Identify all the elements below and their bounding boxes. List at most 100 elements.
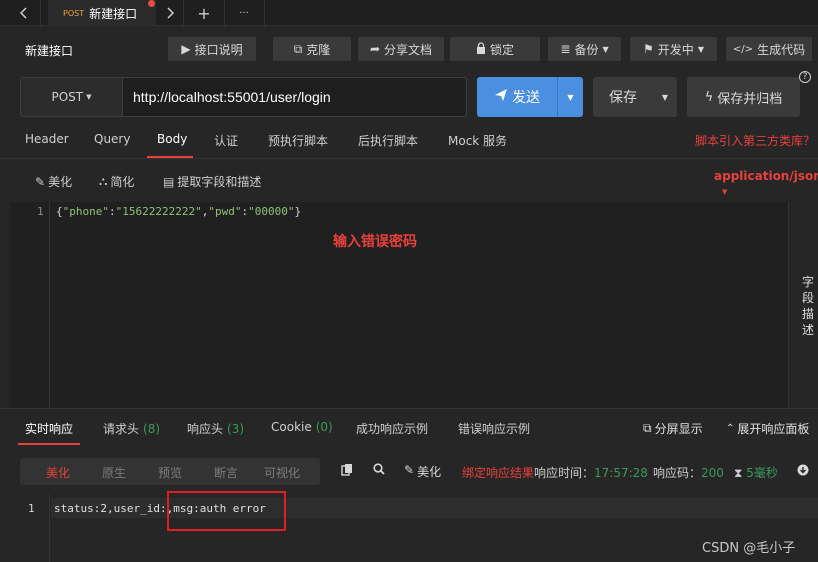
magic-wand-icon: ✎ bbox=[35, 174, 46, 189]
simplify-body-button[interactable]: ⛬ 简化 bbox=[99, 173, 134, 190]
code-line: {"phone":"15622222222","pwd":"00000"} bbox=[56, 205, 301, 218]
copy-icon[interactable] bbox=[341, 463, 353, 479]
backup-button[interactable]: ≣ 备份 ▼ bbox=[548, 37, 621, 61]
tab-5[interactable]: 后执行脚本 bbox=[358, 132, 418, 149]
resp-tab-label: Cookie bbox=[271, 420, 312, 434]
resp-tab-label: 成功响应示例 bbox=[356, 422, 429, 436]
resp-tab-3[interactable]: Cookie (0) bbox=[271, 420, 333, 434]
save-label: 保存 bbox=[609, 90, 637, 106]
view-mode-preview[interactable]: 预览 bbox=[158, 464, 182, 481]
code-brace: { bbox=[56, 205, 63, 218]
share-doc-label: 分享文档 bbox=[384, 42, 433, 57]
beautify-body-button[interactable]: ✎ 美化 bbox=[35, 173, 72, 190]
split-screen-button[interactable]: ⧉ 分屏显示 bbox=[643, 420, 703, 437]
resp-tab-2[interactable]: 响应头 (3) bbox=[187, 420, 244, 437]
generate-code-label: 生成代码 bbox=[757, 42, 806, 57]
view-mode-assert[interactable]: 断言 bbox=[214, 464, 238, 481]
send-label: 发送 bbox=[512, 90, 540, 106]
chevron-down-icon: ▼ bbox=[697, 44, 704, 54]
tab-3[interactable]: 认证 bbox=[214, 132, 238, 149]
body-editor[interactable]: 1 {"phone":"15622222222","pwd":"00000"} … bbox=[10, 202, 788, 408]
tab-new-interface[interactable]: POST 新建接口 bbox=[48, 0, 156, 26]
tab-2[interactable]: Body bbox=[157, 132, 187, 146]
resp-tab-label: 响应头 bbox=[187, 422, 224, 436]
chevron-right-icon[interactable] bbox=[158, 0, 182, 26]
url-input[interactable] bbox=[122, 77, 467, 117]
script-library-link[interactable]: 脚本引入第三方类库？ bbox=[695, 132, 815, 149]
lock-button[interactable]: 锁定 bbox=[450, 37, 540, 61]
save-button[interactable]: 保存 ▼ bbox=[593, 77, 677, 117]
line-number: 1 bbox=[28, 502, 35, 515]
tab-0[interactable]: Header bbox=[25, 132, 69, 146]
save-archive-button[interactable]: ϟ 保存并归档 bbox=[687, 77, 800, 117]
save-dropdown-icon[interactable]: ▼ bbox=[653, 93, 677, 102]
bind-response-link[interactable]: 绑定响应结果 bbox=[462, 464, 534, 481]
interface-doc-button[interactable]: ▶ 接口说明 bbox=[168, 37, 256, 61]
resp-tab-count: (3) bbox=[227, 422, 245, 436]
chevron-down-icon: ▼ bbox=[567, 92, 574, 102]
error-highlight-box bbox=[167, 491, 286, 531]
response-time-value: 17:57:28 bbox=[594, 466, 648, 480]
share-doc-button[interactable]: ➦ 分享文档 bbox=[358, 37, 444, 61]
resp-tab-5[interactable]: 错误响应示例 bbox=[458, 420, 530, 437]
resp-tab-1[interactable]: 请求头 (8) bbox=[103, 420, 160, 437]
response-time: 响应时间：17:57:28 bbox=[534, 464, 648, 481]
method-select[interactable]: POST ▼ bbox=[20, 77, 122, 117]
status-select[interactable]: ⚑ 开发中 ▼ bbox=[630, 37, 717, 61]
expand-panel-button[interactable]: ⌃ 展开响应面板 bbox=[726, 420, 809, 437]
tab-4[interactable]: 预执行脚本 bbox=[268, 132, 328, 149]
beautify-response-button[interactable]: ✎ 美化 bbox=[404, 463, 441, 480]
view-mode-raw[interactable]: 原生 bbox=[102, 464, 126, 481]
flag-icon: ⚑ bbox=[643, 42, 654, 56]
response-body[interactable]: 1 status:2,user_id:,msg:auth error bbox=[10, 494, 818, 562]
magic-wand-icon: ✎ bbox=[404, 463, 415, 477]
resp-tab-0[interactable]: 实时响应 bbox=[25, 420, 73, 437]
view-mode-visualize[interactable]: 可视化 bbox=[264, 464, 300, 481]
send-icon bbox=[494, 88, 508, 106]
divider bbox=[0, 408, 818, 409]
content-type-label: application/json bbox=[714, 169, 818, 183]
split-screen-label: 分屏显示 bbox=[654, 422, 703, 436]
code-brace: } bbox=[294, 205, 302, 218]
copy-icon: ⧉ bbox=[293, 41, 303, 56]
divider bbox=[0, 158, 818, 159]
send-button[interactable]: 发送 ▼ bbox=[477, 77, 583, 117]
send-dropdown-button[interactable]: ▼ bbox=[557, 77, 583, 117]
field-description-panel[interactable]: 字段描述 bbox=[788, 202, 818, 408]
unsaved-dot-icon bbox=[148, 0, 155, 7]
code-value: "15622222222" bbox=[115, 205, 202, 218]
tab-1[interactable]: Query bbox=[94, 132, 130, 146]
response-gutter: 1 bbox=[10, 494, 50, 562]
view-mode-beautify[interactable]: 美化 bbox=[46, 464, 70, 481]
play-icon: ▶ bbox=[181, 42, 191, 56]
extract-fields-button[interactable]: ▤ 提取字段和描述 bbox=[163, 173, 261, 190]
tab-6[interactable]: Mock 服务 bbox=[448, 132, 507, 149]
download-icon[interactable] bbox=[797, 464, 809, 479]
response-duration-value: 5毫秒 bbox=[746, 466, 778, 480]
generate-code-button[interactable]: </> 生成代码 bbox=[726, 37, 812, 61]
response-code-label: 响应码： bbox=[653, 466, 702, 480]
code-value: "00000" bbox=[248, 205, 295, 218]
tab-name-label: 新建接口 bbox=[89, 6, 138, 21]
search-icon[interactable] bbox=[373, 463, 385, 478]
tab-method-label: POST bbox=[63, 8, 85, 18]
save-archive-label: 保存并归档 bbox=[717, 91, 783, 107]
more-tabs-button[interactable]: ··· bbox=[232, 0, 256, 26]
simplify-label: 简化 bbox=[110, 175, 135, 189]
tab-bar: POST 新建接口 + ··· bbox=[0, 0, 818, 26]
content-type-select[interactable]: application/json ▼ bbox=[714, 169, 818, 197]
status-label: 开发中 bbox=[657, 42, 694, 57]
clone-button[interactable]: ⧉ 克隆 bbox=[273, 37, 351, 61]
resp-tab-4[interactable]: 成功响应示例 bbox=[356, 420, 428, 437]
hourglass-icon: ⧗ bbox=[734, 466, 743, 480]
response-code: 响应码：200 bbox=[653, 464, 724, 481]
lightning-icon: ϟ bbox=[704, 89, 714, 105]
help-icon[interactable]: ? bbox=[799, 71, 811, 83]
method-label: POST bbox=[51, 90, 84, 104]
code-key: "phone" bbox=[62, 205, 109, 218]
response-time-label: 响应时间： bbox=[534, 466, 595, 480]
new-tab-button[interactable]: + bbox=[192, 0, 216, 26]
response-code-value: 200 bbox=[701, 466, 724, 480]
chevron-left-icon[interactable] bbox=[12, 0, 36, 26]
code-key: "pwd" bbox=[208, 205, 242, 218]
